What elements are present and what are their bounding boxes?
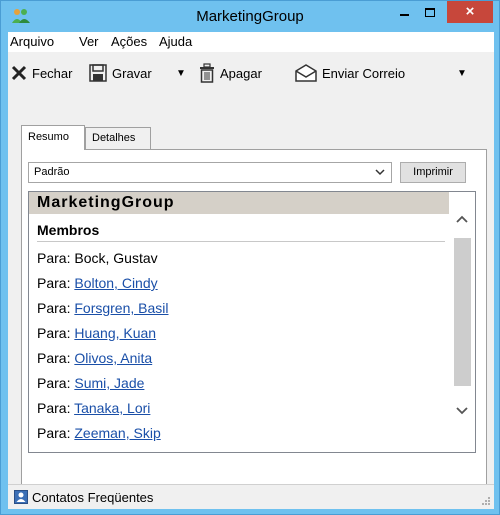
group-header: MarketingGroup xyxy=(29,192,449,214)
member-link[interactable]: Zeeman, Skip xyxy=(74,425,160,441)
maximize-icon xyxy=(425,8,435,17)
member-row: Para: Tanaka, Lori xyxy=(37,400,150,416)
close-x-icon xyxy=(11,65,27,81)
view-select[interactable]: Padrão xyxy=(28,162,392,183)
menu-acoes[interactable]: Ações xyxy=(111,34,147,49)
member-row: Para: Huang, Kuan xyxy=(37,325,156,341)
menu-ver[interactable]: Ver xyxy=(79,34,99,49)
members-heading: Membros xyxy=(37,222,445,242)
member-link[interactable]: Bolton, Cindy xyxy=(74,275,157,291)
chevron-down-icon xyxy=(375,169,385,176)
status-bar: Contatos Freqüentes xyxy=(8,484,494,509)
member-prefix: Para: xyxy=(37,425,75,441)
tab-resumo[interactable]: Resumo xyxy=(21,125,85,150)
menu-ajuda[interactable]: Ajuda xyxy=(159,34,192,49)
close-icon: × xyxy=(465,3,475,20)
vertical-scrollbar[interactable] xyxy=(449,192,475,452)
view-select-value: Padrão xyxy=(34,166,70,178)
member-prefix: Para: xyxy=(37,300,75,316)
member-name: Bock, Gustav xyxy=(74,250,158,266)
member-prefix: Para: xyxy=(37,350,75,366)
contact-card-icon xyxy=(14,490,28,504)
member-link[interactable]: Forsgren, Basil xyxy=(74,300,168,316)
maximize-button[interactable] xyxy=(417,1,443,23)
summary-panel: Padrão Imprimir MarketingGroup Membros P… xyxy=(21,149,487,489)
save-icon xyxy=(89,64,107,82)
print-button[interactable]: Imprimir xyxy=(400,162,466,183)
delete-label: Apagar xyxy=(220,65,262,81)
envelope-icon xyxy=(295,64,317,82)
minimize-icon xyxy=(400,14,409,16)
member-row: Para: Olivos, Anita xyxy=(37,350,152,366)
scroll-down-icon[interactable] xyxy=(449,398,475,422)
menu-bar: Arquivo Ver Ações Ajuda xyxy=(8,32,494,52)
chevron-down-icon: ▼ xyxy=(457,67,467,79)
title-bar[interactable]: MarketingGroup × xyxy=(1,1,499,31)
member-prefix: Para: xyxy=(37,250,75,266)
member-link[interactable]: Huang, Kuan xyxy=(74,325,156,341)
window-client: Arquivo Ver Ações Ajuda Fechar Gravar ▼ … xyxy=(8,32,494,509)
app-window: MarketingGroup × Arquivo Ver Ações Ajuda… xyxy=(0,0,500,515)
member-row: Para: Forsgren, Basil xyxy=(37,300,169,316)
member-row: Para: Sumi, Jade xyxy=(37,375,144,391)
scrollbar-thumb[interactable] xyxy=(454,238,471,386)
send-mail-label: Enviar Correio xyxy=(322,65,406,81)
close-window-button[interactable]: × xyxy=(447,1,493,23)
chevron-down-icon: ▼ xyxy=(176,67,186,79)
member-prefix: Para: xyxy=(37,275,75,291)
member-row: Para: Bock, Gustav xyxy=(37,250,158,266)
close-item-button[interactable]: Fechar xyxy=(10,61,72,85)
member-prefix: Para: xyxy=(37,375,75,391)
close-item-label: Fechar xyxy=(32,65,73,81)
save-dropdown-button[interactable]: ▼ xyxy=(176,61,186,85)
group-summary: MarketingGroup Membros Para: Bock, Gusta… xyxy=(28,191,476,453)
send-mail-dropdown-button[interactable]: ▼ xyxy=(457,61,467,85)
minimize-button[interactable] xyxy=(391,1,417,23)
member-prefix: Para: xyxy=(37,400,75,416)
trash-icon xyxy=(200,63,214,83)
menu-arquivo[interactable]: Arquivo xyxy=(10,34,54,49)
member-row: Para: Bolton, Cindy xyxy=(37,275,158,291)
save-button[interactable]: Gravar xyxy=(88,61,152,85)
delete-button[interactable]: Apagar xyxy=(198,61,262,85)
save-label: Gravar xyxy=(112,65,152,81)
tab-detalhes[interactable]: Detalhes xyxy=(85,127,151,149)
member-link[interactable]: Tanaka, Lori xyxy=(74,400,150,416)
member-prefix: Para: xyxy=(37,325,75,341)
member-link[interactable]: Olivos, Anita xyxy=(74,350,152,366)
toolbar: Fechar Gravar ▼ Apagar Enviar Correio ▼ xyxy=(8,54,494,92)
send-mail-button[interactable]: Enviar Correio xyxy=(294,61,405,85)
member-link[interactable]: Sumi, Jade xyxy=(74,375,144,391)
scroll-up-icon[interactable] xyxy=(449,208,475,232)
status-text[interactable]: Contatos Freqüentes xyxy=(32,490,153,505)
resize-grip-icon[interactable] xyxy=(481,496,491,506)
member-row: Para: Zeeman, Skip xyxy=(37,425,161,441)
